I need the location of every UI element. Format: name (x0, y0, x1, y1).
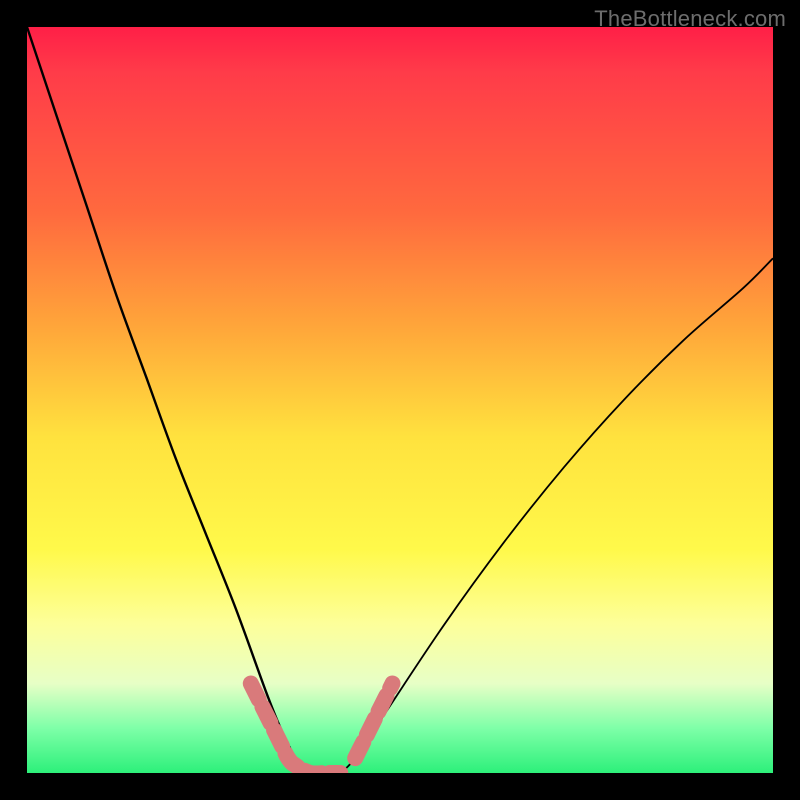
left-curve (27, 27, 311, 773)
curve-layer (27, 27, 773, 773)
plot-area (27, 27, 773, 773)
bottom-marker-right (355, 684, 392, 759)
watermark-label: TheBottleneck.com (594, 6, 786, 32)
right-curve (340, 258, 773, 773)
chart-stage: TheBottleneck.com (0, 0, 800, 800)
bottom-marker-left (251, 684, 340, 774)
